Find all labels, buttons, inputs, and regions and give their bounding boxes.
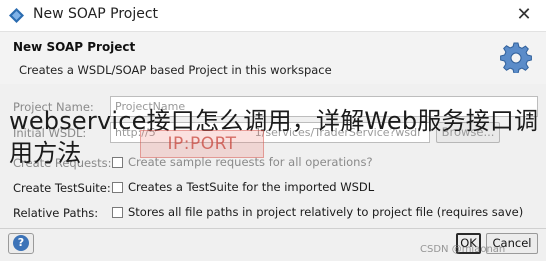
article-headline-overlay: webservice接口怎么调用，详解Web服务接口调用方法 [9,107,539,167]
csdn-credit: CSDN @miaonan [420,244,506,255]
banner-description: Creates a WSDL/SOAP based Project in thi… [19,63,332,77]
relative-paths-option: Stores all file paths in project relativ… [128,205,524,219]
relative-paths-checkbox[interactable] [112,207,123,218]
gear-icon [500,42,532,73]
relative-paths-label: Relative Paths: [13,206,99,220]
soapui-icon [9,8,24,23]
window-title: New SOAP Project [33,6,159,22]
banner-title: New SOAP Project [13,40,136,54]
close-icon[interactable]: ✕ [513,4,535,26]
create-testsuite-option: Creates a TestSuite for the imported WSD… [128,180,375,194]
create-testsuite-checkbox[interactable] [112,182,123,193]
ip-port-badge: IP:PORT [140,130,264,158]
create-testsuite-label: Create TestSuite: [13,181,111,195]
help-icon: ? [13,235,29,251]
